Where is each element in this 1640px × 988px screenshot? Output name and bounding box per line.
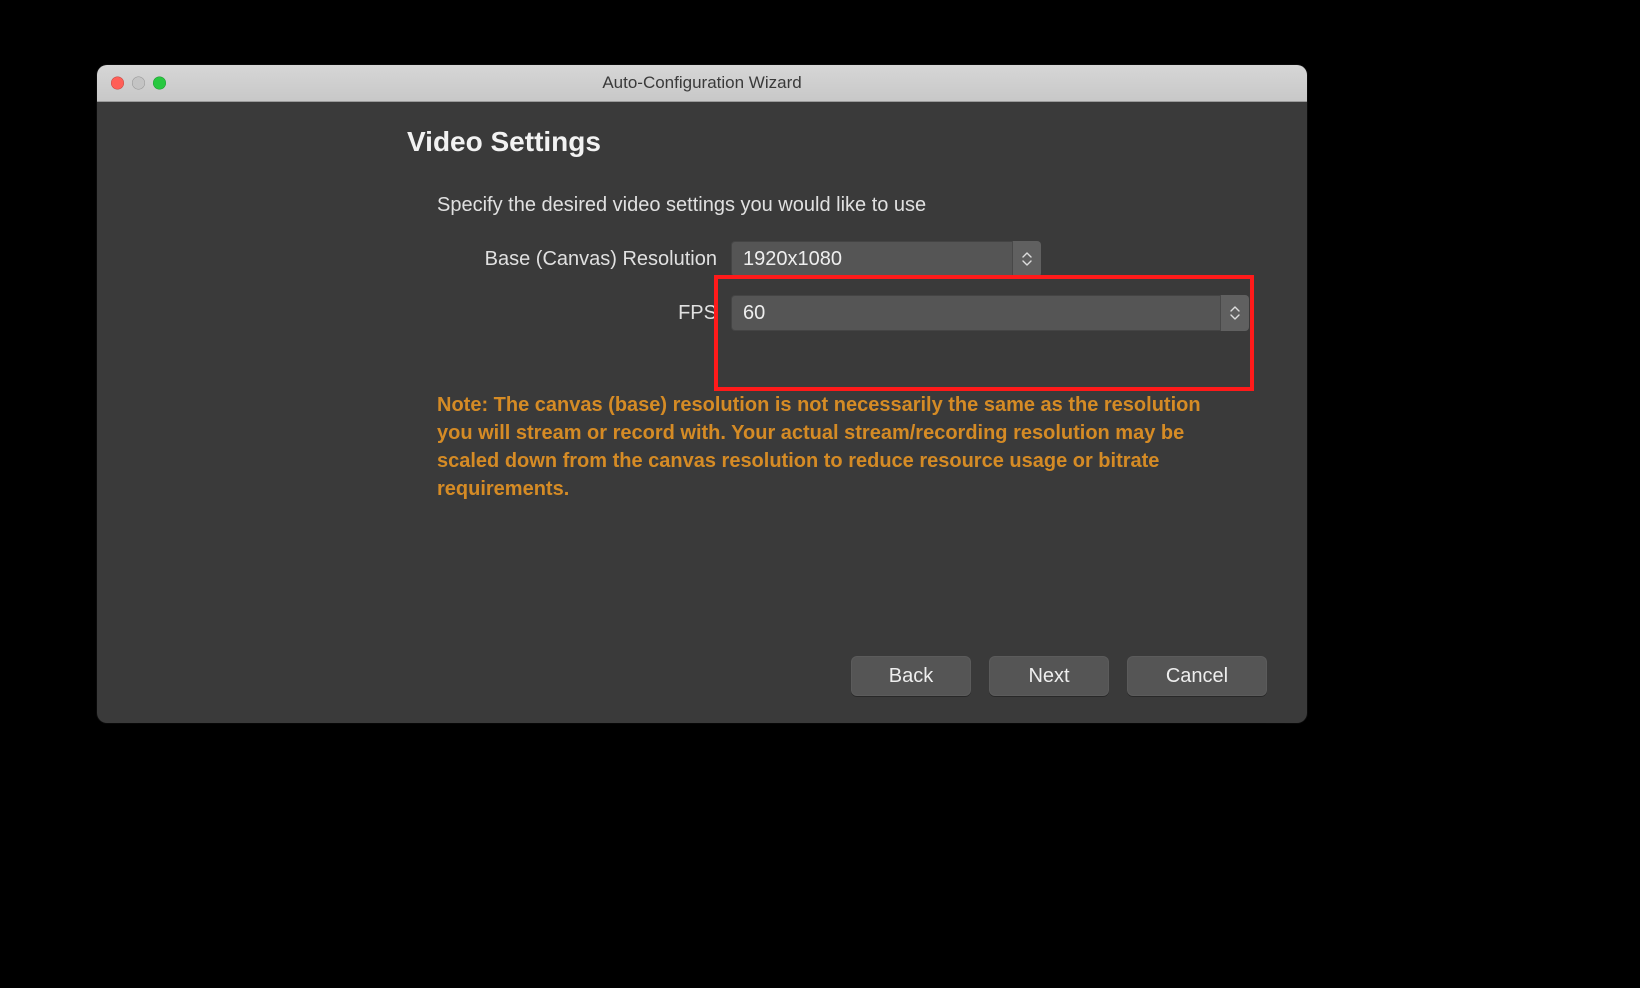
minimize-icon[interactable] — [132, 77, 145, 90]
back-button[interactable]: Back — [851, 656, 971, 696]
content-area: Video Settings Specify the desired video… — [407, 126, 1267, 503]
zoom-icon[interactable] — [153, 77, 166, 90]
fps-value: 60 — [731, 295, 1220, 331]
fps-select[interactable]: 60 — [731, 295, 1249, 331]
resolution-select[interactable]: 1920x1080 — [731, 241, 1041, 277]
page-description: Specify the desired video settings you w… — [437, 194, 1267, 217]
page-heading: Video Settings — [407, 126, 1267, 158]
fps-label: FPS — [437, 302, 731, 325]
next-button[interactable]: Next — [989, 656, 1109, 696]
cancel-button[interactable]: Cancel — [1127, 656, 1267, 696]
titlebar: Auto-Configuration Wizard — [97, 65, 1307, 102]
traffic-lights — [111, 77, 166, 90]
form-row-resolution: Base (Canvas) Resolution 1920x1080 — [437, 241, 1267, 277]
wizard-window: Auto-Configuration Wizard Video Settings… — [97, 65, 1307, 723]
window-title: Auto-Configuration Wizard — [97, 73, 1307, 93]
stepper-icon[interactable] — [1220, 295, 1249, 331]
resolution-value: 1920x1080 — [731, 241, 1012, 277]
note-text: Note: The canvas (base) resolution is no… — [437, 391, 1237, 503]
form-row-fps: FPS 60 — [437, 295, 1267, 331]
stepper-icon[interactable] — [1012, 241, 1041, 277]
resolution-label: Base (Canvas) Resolution — [437, 248, 731, 271]
close-icon[interactable] — [111, 77, 124, 90]
window-body: Video Settings Specify the desired video… — [97, 102, 1307, 723]
footer-buttons: Back Next Cancel — [851, 656, 1267, 696]
